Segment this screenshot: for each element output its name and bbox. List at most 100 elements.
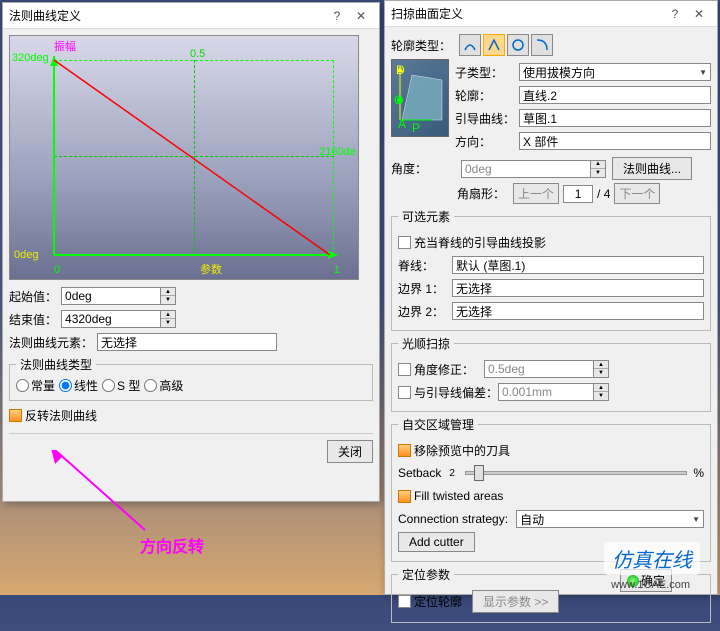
reverse-checkbox-icon[interactable]	[9, 409, 22, 422]
start-value-label: 起始值：	[9, 288, 57, 305]
boundary2-row: 边界 2：	[398, 301, 704, 321]
close-dialog-button[interactable]: 关闭	[327, 440, 373, 463]
direction-label: 方向：	[455, 133, 515, 150]
close-button[interactable]: ✕	[349, 6, 373, 26]
preview-thumbnail: D G A P	[391, 59, 449, 137]
spin-up-icon[interactable]: ▲	[161, 288, 175, 296]
end-value-input[interactable]	[61, 310, 161, 328]
deviation-spinner[interactable]: ▲▼	[498, 383, 609, 401]
profile-type-label: 轮廓类型：	[391, 37, 451, 54]
spinner-buttons[interactable]: ▲▼	[594, 360, 609, 378]
spin-up-icon[interactable]: ▲	[161, 311, 175, 319]
help-button[interactable]: ?	[325, 6, 349, 26]
radio-constant[interactable]: 常量	[16, 377, 55, 394]
deviation-input[interactable]	[498, 383, 594, 401]
reverse-row[interactable]: 反转法则曲线	[9, 405, 373, 425]
start-value-spinner[interactable]: ▲▼	[61, 287, 176, 305]
self-intersect-legend: 自交区域管理	[398, 416, 478, 433]
spin-up-icon[interactable]: ▲	[594, 384, 608, 392]
projection-label: 充当脊线的引导曲线投影	[414, 234, 546, 251]
fan-label: 角扇形：	[457, 185, 505, 202]
fan-index-input[interactable]	[563, 185, 593, 203]
pos-profile-checkbox-icon[interactable]	[398, 595, 411, 608]
end-value-spinner[interactable]: ▲▼	[61, 310, 176, 328]
fill-twisted-checkbox-icon[interactable]	[398, 490, 411, 503]
projection-checkbox-icon[interactable]	[398, 236, 411, 249]
show-params-button[interactable]: 显示参数 >>	[472, 590, 559, 613]
spin-down-icon[interactable]: ▼	[161, 296, 175, 304]
spinner-buttons[interactable]: ▲▼	[594, 383, 609, 401]
fill-twisted-row[interactable]: Fill twisted areas	[398, 486, 704, 506]
next-fan-button[interactable]: 下一个	[614, 183, 660, 204]
spinner-buttons[interactable]: ▲▼	[591, 160, 606, 178]
setback-value: 2	[449, 468, 455, 479]
spin-down-icon[interactable]: ▼	[594, 392, 608, 400]
help-button[interactable]: ?	[663, 4, 687, 24]
prev-fan-button[interactable]: 上一个	[513, 183, 559, 204]
profile-label: 轮廓：	[455, 87, 515, 104]
subtype-label: 子类型：	[455, 64, 515, 81]
angle-corr-spinner[interactable]: ▲▼	[484, 360, 609, 378]
fan-total: / 4	[597, 187, 610, 201]
angle-input[interactable]	[461, 160, 591, 178]
angle-corr-checkbox-icon[interactable]	[398, 363, 411, 376]
radio-stype[interactable]: S 型	[102, 377, 140, 394]
law-type-radios: 常量 线性 S 型 高级	[16, 377, 366, 394]
watermark: 仿真在线	[604, 542, 700, 575]
angle-spinner[interactable]: ▲▼	[461, 160, 606, 178]
subtype-select[interactable]: 使用拔模方向 ▼	[519, 63, 711, 81]
profile-type-icon-4[interactable]	[531, 34, 553, 56]
profile-type-icon-2[interactable]	[483, 34, 505, 56]
spin-down-icon[interactable]: ▼	[591, 169, 605, 177]
preview-graphic-icon: D G A P	[392, 60, 448, 136]
start-value-row: 起始值： ▲▼	[9, 286, 373, 306]
conn-strategy-value: 自动	[520, 511, 544, 528]
spin-up-icon[interactable]: ▲	[594, 361, 608, 369]
watermark-url: www.1CAE.com	[611, 579, 690, 591]
law-element-input[interactable]	[97, 333, 277, 351]
close-button[interactable]: ✕	[687, 4, 711, 24]
direction-row: 方向：	[455, 131, 711, 151]
smooth-group: 光顺扫掠 角度修正： ▲▼ 与引导线偏差： ▲▼	[391, 335, 711, 412]
angle-corr-input[interactable]	[484, 360, 594, 378]
deviation-checkbox-icon[interactable]	[398, 386, 411, 399]
conn-strategy-select[interactable]: 自动 ▼	[516, 510, 704, 528]
direction-input[interactable]	[519, 132, 711, 150]
profile-input[interactable]	[519, 86, 711, 104]
svg-text:P: P	[412, 121, 420, 135]
remove-cutter-row[interactable]: 移除预览中的刀具	[398, 440, 704, 460]
law-graph: 振幅 320deg 0.5 2160de 0deg 0 参数 1	[9, 35, 359, 280]
spine-input[interactable]	[452, 256, 704, 274]
start-value-input[interactable]	[61, 287, 161, 305]
remove-cutter-checkbox-icon[interactable]	[398, 444, 411, 457]
graph-x1: 1	[334, 264, 340, 276]
spin-down-icon[interactable]: ▼	[161, 319, 175, 327]
boundary1-input[interactable]	[452, 279, 704, 297]
law-button[interactable]: 法则曲线...	[612, 157, 692, 180]
radio-linear[interactable]: 线性	[59, 377, 98, 394]
projection-row[interactable]: 充当脊线的引导曲线投影	[398, 232, 704, 252]
angle-label: 角度：	[391, 160, 457, 177]
profile-type-icon-3[interactable]	[507, 34, 529, 56]
radio-advanced[interactable]: 高级	[144, 377, 183, 394]
spine-row: 脊线：	[398, 255, 704, 275]
chevron-down-icon: ▼	[692, 515, 700, 524]
spin-down-icon[interactable]: ▼	[594, 369, 608, 377]
spin-up-icon[interactable]: ▲	[591, 161, 605, 169]
profile-type-icon-1[interactable]	[459, 34, 481, 56]
slider-thumb-icon[interactable]	[474, 465, 484, 481]
boundary2-input[interactable]	[452, 302, 704, 320]
law-element-row: 法则曲线元素：	[9, 332, 373, 352]
optional-group: 可选元素 充当脊线的引导曲线投影 脊线： 边界 1： 边界 2：	[391, 208, 711, 331]
dialog-content: 轮廓类型： D G A P	[385, 27, 717, 631]
setback-slider[interactable]	[465, 471, 687, 475]
graph-x0: 0	[54, 264, 60, 276]
dialog-title: 扫掠曲面定义	[391, 5, 663, 22]
add-cutter-button[interactable]: Add cutter	[398, 532, 475, 552]
law-type-group: 法则曲线类型 常量 线性 S 型 高级	[9, 356, 373, 401]
spinner-buttons[interactable]: ▲▼	[161, 287, 176, 305]
guide-input[interactable]	[519, 109, 711, 127]
graph-vline	[194, 60, 195, 255]
setback-percent: %	[693, 466, 704, 480]
spinner-buttons[interactable]: ▲▼	[161, 310, 176, 328]
